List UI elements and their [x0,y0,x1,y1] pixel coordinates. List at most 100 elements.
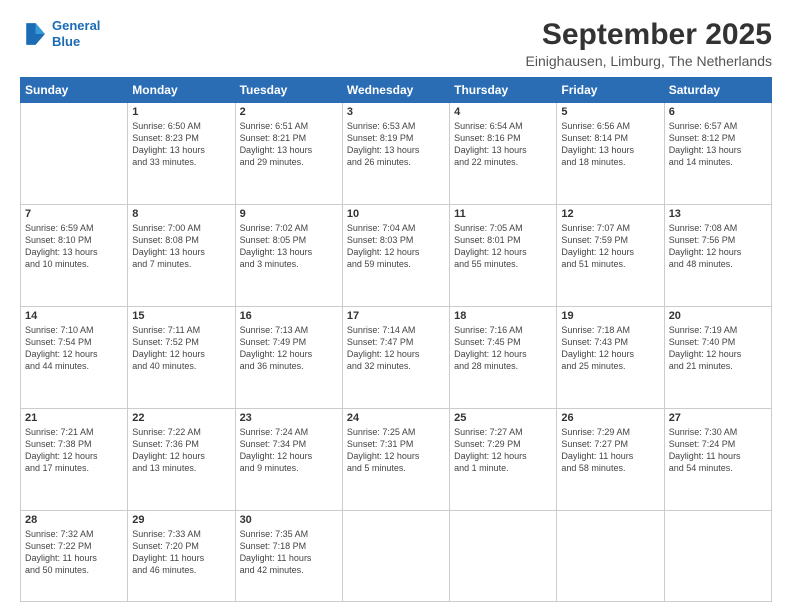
day-cell [557,511,664,602]
day-info: Sunrise: 7:13 AM Sunset: 7:49 PM Dayligh… [240,324,338,373]
day-cell: 21Sunrise: 7:21 AM Sunset: 7:38 PM Dayli… [21,409,128,511]
col-friday: Friday [557,78,664,103]
day-info: Sunrise: 7:35 AM Sunset: 7:18 PM Dayligh… [240,528,338,577]
day-number: 24 [347,412,445,424]
day-info: Sunrise: 6:57 AM Sunset: 8:12 PM Dayligh… [669,120,767,169]
day-number: 8 [132,208,230,220]
day-info: Sunrise: 7:25 AM Sunset: 7:31 PM Dayligh… [347,426,445,475]
day-cell: 9 Sunrise: 7:02 AM Sunset: 8:05 PM Daylig… [235,205,342,307]
day-cell: 30 Sunrise: 7:35 AM Sunset: 7:18 PM Dayli… [235,511,342,602]
calendar-table: Sunday Monday Tuesday Wednesday Thursday… [20,77,772,602]
day-cell: 28 Sunrise: 7:32 AM Sunset: 7:22 PM Dayli… [21,511,128,602]
day-number: 20 [669,310,767,322]
logo-icon [20,20,48,48]
day-info: Sunrise: 7:33 AM Sunset: 7:20 PM Dayligh… [132,528,230,577]
day-cell: 1 Sunrise: 6:50 AM Sunset: 8:23 PM Daylig… [128,103,235,205]
day-cell: 11 Sunrise: 7:05 AM Sunset: 8:01 PM Dayli… [450,205,557,307]
day-info: Sunrise: 7:21 AM Sunset: 7:38 PM Dayligh… [25,426,123,475]
day-info: Sunrise: 7:32 AM Sunset: 7:22 PM Dayligh… [25,528,123,577]
day-cell [450,511,557,602]
day-info: Sunrise: 7:05 AM Sunset: 8:01 PM Dayligh… [454,222,552,271]
day-info: Sunrise: 7:10 AM Sunset: 7:54 PM Dayligh… [25,324,123,373]
logo: General Blue [20,18,100,49]
day-cell: 24 Sunrise: 7:25 AM Sunset: 7:31 PM Dayli… [342,409,449,511]
day-info: Sunrise: 7:08 AM Sunset: 7:56 PM Dayligh… [669,222,767,271]
day-cell: 20 Sunrise: 7:19 AM Sunset: 7:40 PM Dayli… [664,307,771,409]
day-number: 5 [561,106,659,118]
day-number: 9 [240,208,338,220]
day-cell: 15 Sunrise: 7:11 AM Sunset: 7:52 PM Dayli… [128,307,235,409]
day-info: Sunrise: 7:04 AM Sunset: 8:03 PM Dayligh… [347,222,445,271]
title-block: September 2025 Einighausen, Limburg, The… [526,18,772,69]
day-cell: 2 Sunrise: 6:51 AM Sunset: 8:21 PM Daylig… [235,103,342,205]
day-cell: 18Sunrise: 7:16 AM Sunset: 7:45 PM Dayli… [450,307,557,409]
day-cell: 14 Sunrise: 7:10 AM Sunset: 7:54 PM Dayli… [21,307,128,409]
col-wednesday: Wednesday [342,78,449,103]
day-cell: 23 Sunrise: 7:24 AM Sunset: 7:34 PM Dayli… [235,409,342,511]
day-info: Sunrise: 6:56 AM Sunset: 8:14 PM Dayligh… [561,120,659,169]
day-number: 11 [454,208,552,220]
day-number: 7 [25,208,123,220]
day-number: 28 [25,514,123,526]
day-cell [664,511,771,602]
day-number: 26 [561,412,659,424]
day-info: Sunrise: 7:07 AM Sunset: 7:59 PM Dayligh… [561,222,659,271]
day-number: 30 [240,514,338,526]
day-number: 3 [347,106,445,118]
day-number: 15 [132,310,230,322]
day-info: Sunrise: 6:50 AM Sunset: 8:23 PM Dayligh… [132,120,230,169]
day-cell: 5 Sunrise: 6:56 AM Sunset: 8:14 PM Daylig… [557,103,664,205]
day-cell: 7 Sunrise: 6:59 AM Sunset: 8:10 PM Daylig… [21,205,128,307]
day-info: Sunrise: 6:53 AM Sunset: 8:19 PM Dayligh… [347,120,445,169]
col-tuesday: Tuesday [235,78,342,103]
day-number: 17 [347,310,445,322]
day-number: 2 [240,106,338,118]
day-info: Sunrise: 7:24 AM Sunset: 7:34 PM Dayligh… [240,426,338,475]
day-cell: 25Sunrise: 7:27 AM Sunset: 7:29 PM Dayli… [450,409,557,511]
day-number: 13 [669,208,767,220]
day-number: 10 [347,208,445,220]
day-info: Sunrise: 7:02 AM Sunset: 8:05 PM Dayligh… [240,222,338,271]
day-cell: 22Sunrise: 7:22 AM Sunset: 7:36 PM Dayli… [128,409,235,511]
day-cell [21,103,128,205]
day-number: 23 [240,412,338,424]
day-cell: 17 Sunrise: 7:14 AM Sunset: 7:47 PM Dayli… [342,307,449,409]
day-info: Sunrise: 7:18 AM Sunset: 7:43 PM Dayligh… [561,324,659,373]
day-info: Sunrise: 7:29 AM Sunset: 7:27 PM Dayligh… [561,426,659,475]
day-number: 14 [25,310,123,322]
page: General Blue September 2025 Einighausen,… [0,0,792,612]
day-number: 22 [132,412,230,424]
day-number: 29 [132,514,230,526]
logo-line2: Blue [52,34,80,49]
day-info: Sunrise: 6:54 AM Sunset: 8:16 PM Dayligh… [454,120,552,169]
day-info: Sunrise: 7:00 AM Sunset: 8:08 PM Dayligh… [132,222,230,271]
day-number: 1 [132,106,230,118]
day-number: 16 [240,310,338,322]
day-cell: 8 Sunrise: 7:00 AM Sunset: 8:08 PM Daylig… [128,205,235,307]
day-info: Sunrise: 6:59 AM Sunset: 8:10 PM Dayligh… [25,222,123,271]
col-monday: Monday [128,78,235,103]
day-info: Sunrise: 6:51 AM Sunset: 8:21 PM Dayligh… [240,120,338,169]
day-number: 12 [561,208,659,220]
day-number: 25 [454,412,552,424]
logo-line1: General [52,18,100,33]
day-cell: 16 Sunrise: 7:13 AM Sunset: 7:49 PM Dayli… [235,307,342,409]
main-title: September 2025 [526,18,772,51]
day-cell: 3 Sunrise: 6:53 AM Sunset: 8:19 PM Daylig… [342,103,449,205]
header: General Blue September 2025 Einighausen,… [20,18,772,69]
col-saturday: Saturday [664,78,771,103]
day-cell: 19Sunrise: 7:18 AM Sunset: 7:43 PM Dayli… [557,307,664,409]
header-row: Sunday Monday Tuesday Wednesday Thursday… [21,78,772,103]
week-row-2: 7 Sunrise: 6:59 AM Sunset: 8:10 PM Daylig… [21,205,772,307]
day-cell: 12 Sunrise: 7:07 AM Sunset: 7:59 PM Dayli… [557,205,664,307]
day-number: 18 [454,310,552,322]
col-sunday: Sunday [21,78,128,103]
day-number: 4 [454,106,552,118]
day-cell: 6Sunrise: 6:57 AM Sunset: 8:12 PM Daylig… [664,103,771,205]
day-info: Sunrise: 7:11 AM Sunset: 7:52 PM Dayligh… [132,324,230,373]
week-row-3: 14 Sunrise: 7:10 AM Sunset: 7:54 PM Dayli… [21,307,772,409]
day-cell: 13 Sunrise: 7:08 AM Sunset: 7:56 PM Dayli… [664,205,771,307]
day-number: 27 [669,412,767,424]
day-info: Sunrise: 7:14 AM Sunset: 7:47 PM Dayligh… [347,324,445,373]
day-info: Sunrise: 7:19 AM Sunset: 7:40 PM Dayligh… [669,324,767,373]
